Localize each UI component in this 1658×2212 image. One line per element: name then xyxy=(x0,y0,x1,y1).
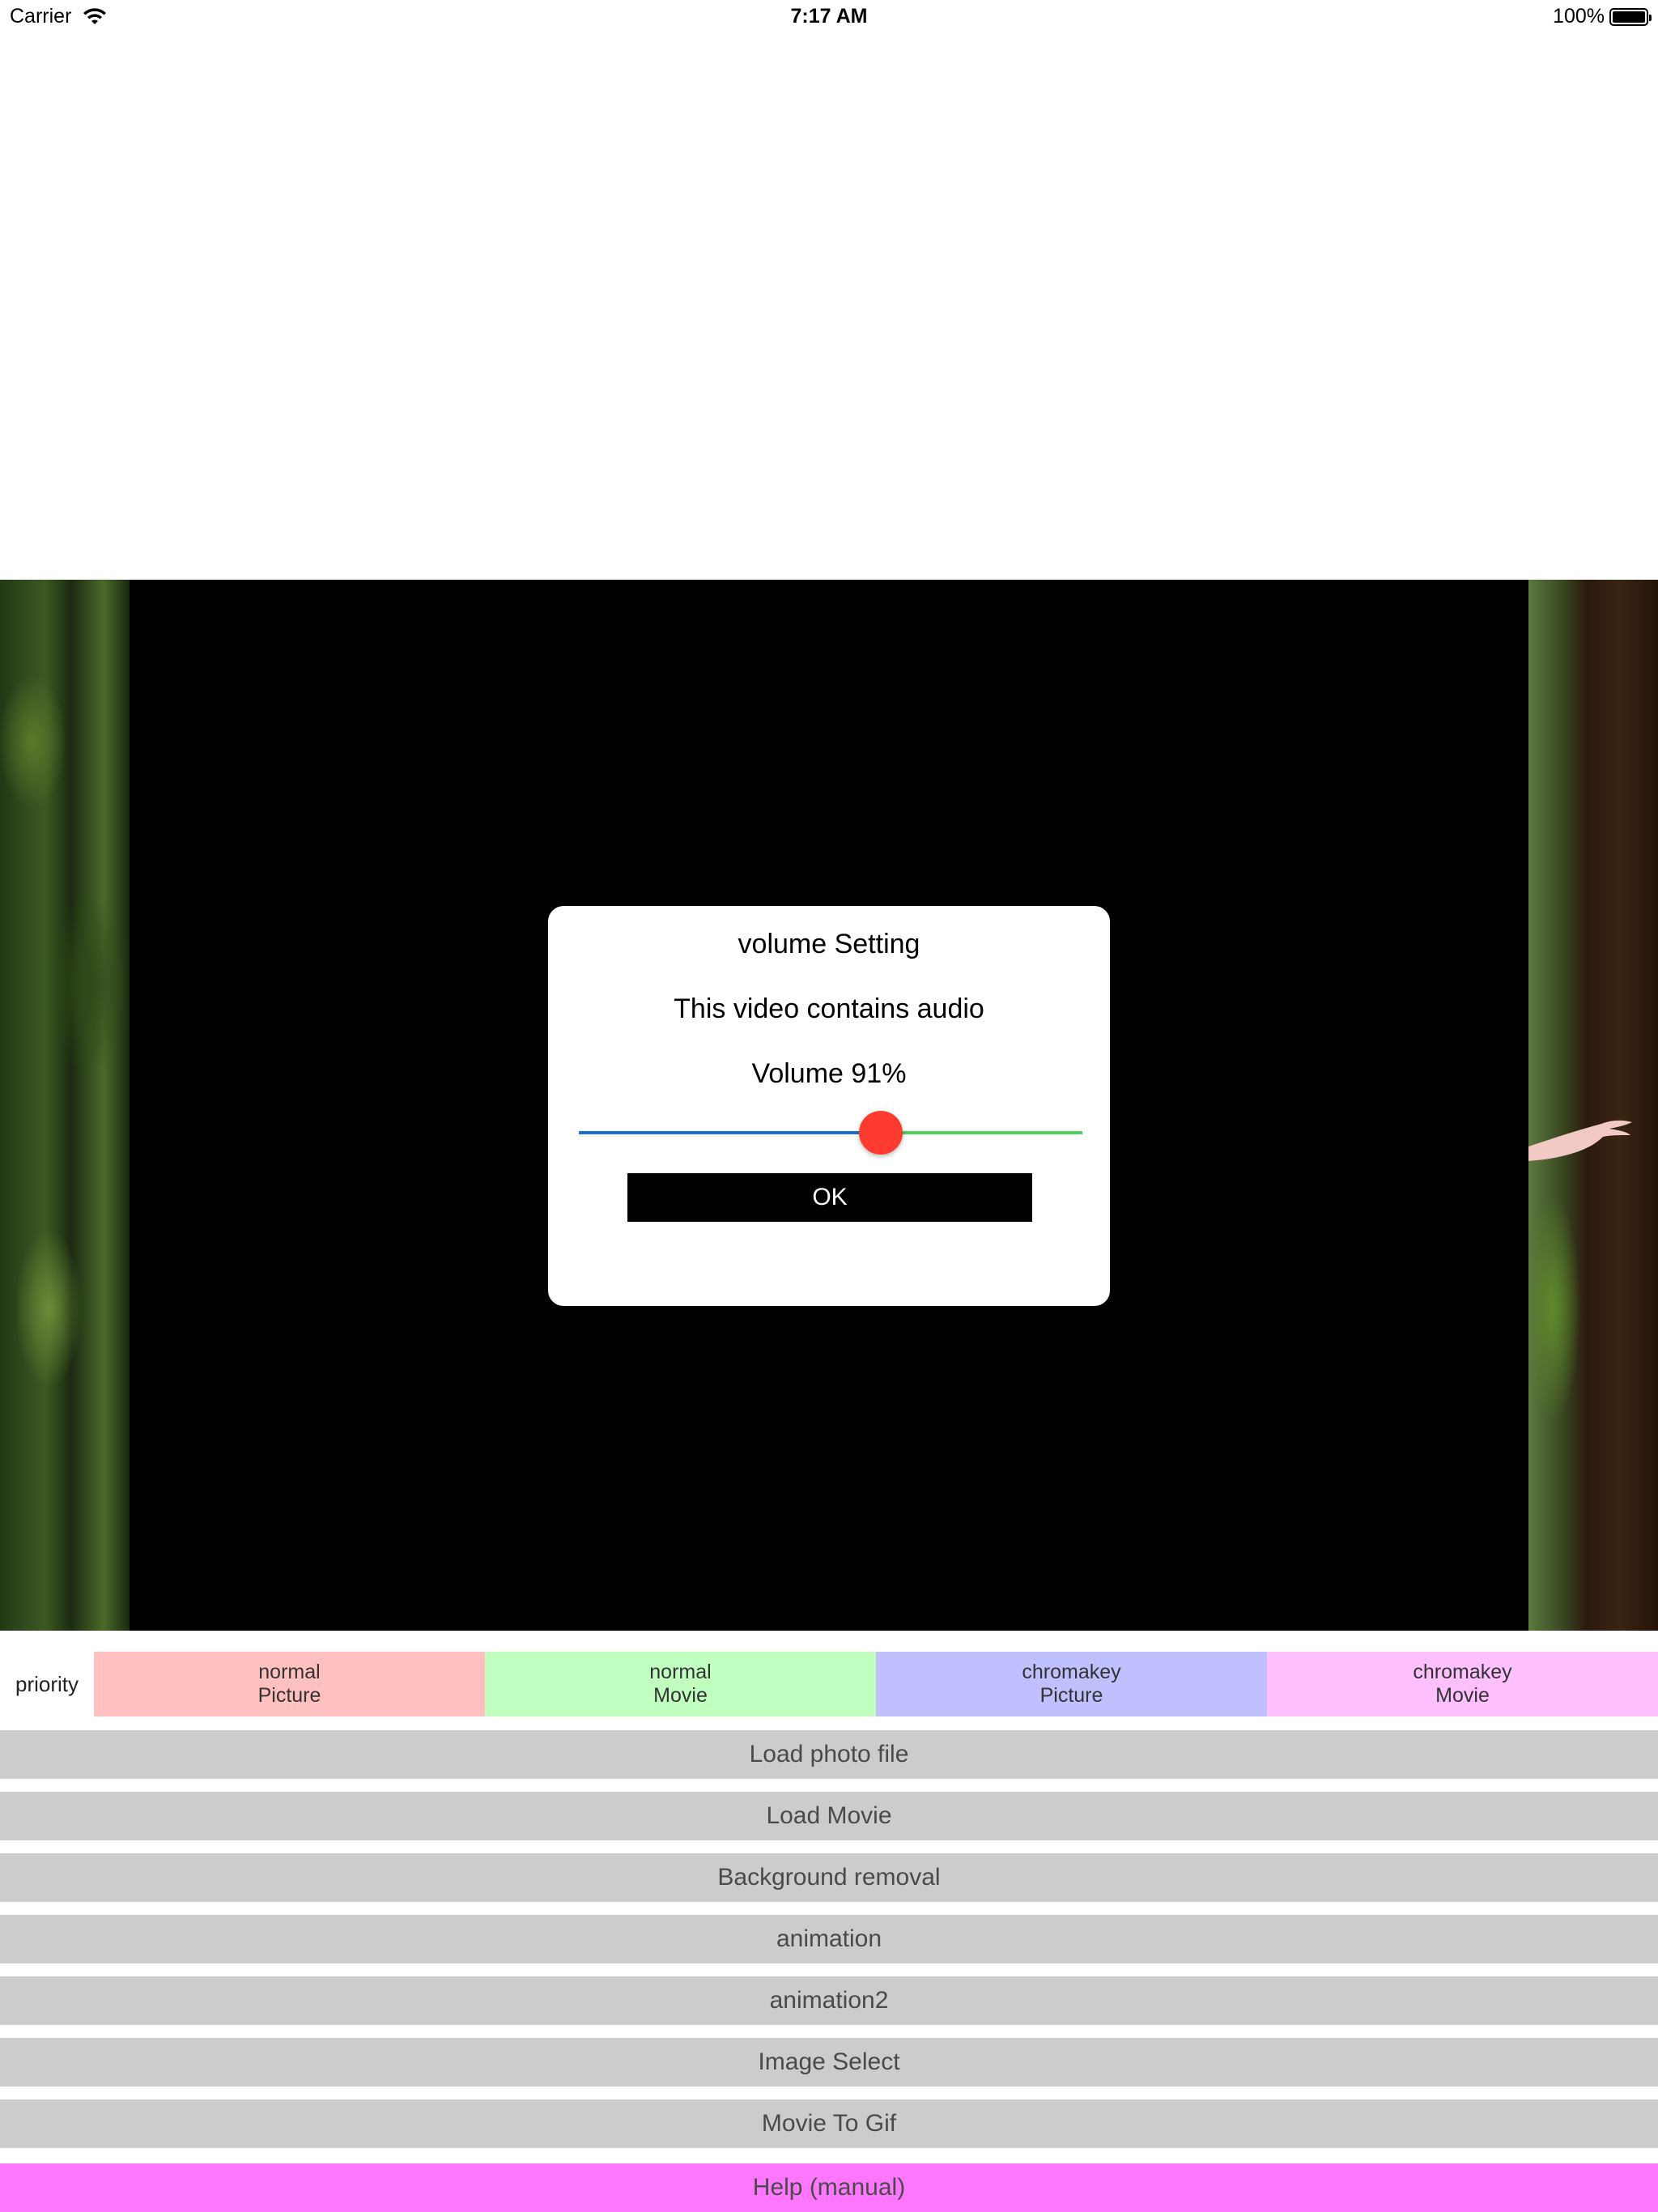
load-photo-button[interactable]: Load photo file xyxy=(0,1730,1658,1779)
image-select-button[interactable]: Image Select xyxy=(0,2038,1658,2087)
movie-to-gif-button[interactable]: Movie To Gif xyxy=(0,2099,1658,2148)
status-time: 7:17 AM xyxy=(790,5,868,28)
priority-option-line2: Movie xyxy=(653,1684,708,1707)
hand-image xyxy=(1528,1120,1632,1161)
priority-normal-movie-button[interactable]: normal Movie xyxy=(485,1652,876,1716)
priority-option-line2: Picture xyxy=(257,1684,321,1707)
priority-row: priority normal Picture normal Movie chr… xyxy=(0,1652,1658,1716)
priority-option-line1: chromakey xyxy=(1413,1661,1512,1683)
battery-group: 100% xyxy=(1553,5,1652,28)
volume-slider[interactable] xyxy=(579,1108,1082,1157)
background-removal-button[interactable]: Background removal xyxy=(0,1853,1658,1902)
priority-option-line1: normal xyxy=(649,1661,712,1683)
slider-max-track xyxy=(881,1131,1082,1134)
status-bar: Carrier 7:17 AM 100% xyxy=(0,0,1658,32)
battery-icon xyxy=(1609,7,1652,26)
priority-chromakey-movie-button[interactable]: chromakey Movie xyxy=(1267,1652,1658,1716)
priority-option-line2: Movie xyxy=(1435,1684,1490,1707)
dialog-title: volume Setting xyxy=(738,929,920,959)
priority-chromakey-picture-button[interactable]: chromakey Picture xyxy=(876,1652,1267,1716)
forest-image-left xyxy=(0,580,130,1631)
dialog-message: This video contains audio xyxy=(674,993,984,1024)
priority-label: priority xyxy=(15,1671,79,1696)
priority-option-line1: chromakey xyxy=(1022,1661,1121,1683)
battery-percent: 100% xyxy=(1553,5,1605,28)
animation-button[interactable]: animation xyxy=(0,1915,1658,1963)
load-movie-button[interactable]: Load Movie xyxy=(0,1792,1658,1840)
volume-label: Volume 91% xyxy=(751,1058,907,1089)
ok-button[interactable]: OK xyxy=(627,1173,1032,1222)
priority-option-line1: normal xyxy=(258,1661,321,1683)
slider-min-track xyxy=(579,1131,881,1134)
priority-normal-picture-button[interactable]: normal Picture xyxy=(94,1652,485,1716)
help-manual-button[interactable]: Help (manual) xyxy=(0,2163,1658,2212)
slider-thumb[interactable] xyxy=(859,1111,903,1155)
priority-option-line2: Picture xyxy=(1039,1684,1103,1707)
volume-dialog: volume Setting This video contains audio… xyxy=(546,904,1112,1308)
animation2-button[interactable]: animation2 xyxy=(0,1976,1658,2025)
forest-image-right xyxy=(1528,580,1658,1631)
